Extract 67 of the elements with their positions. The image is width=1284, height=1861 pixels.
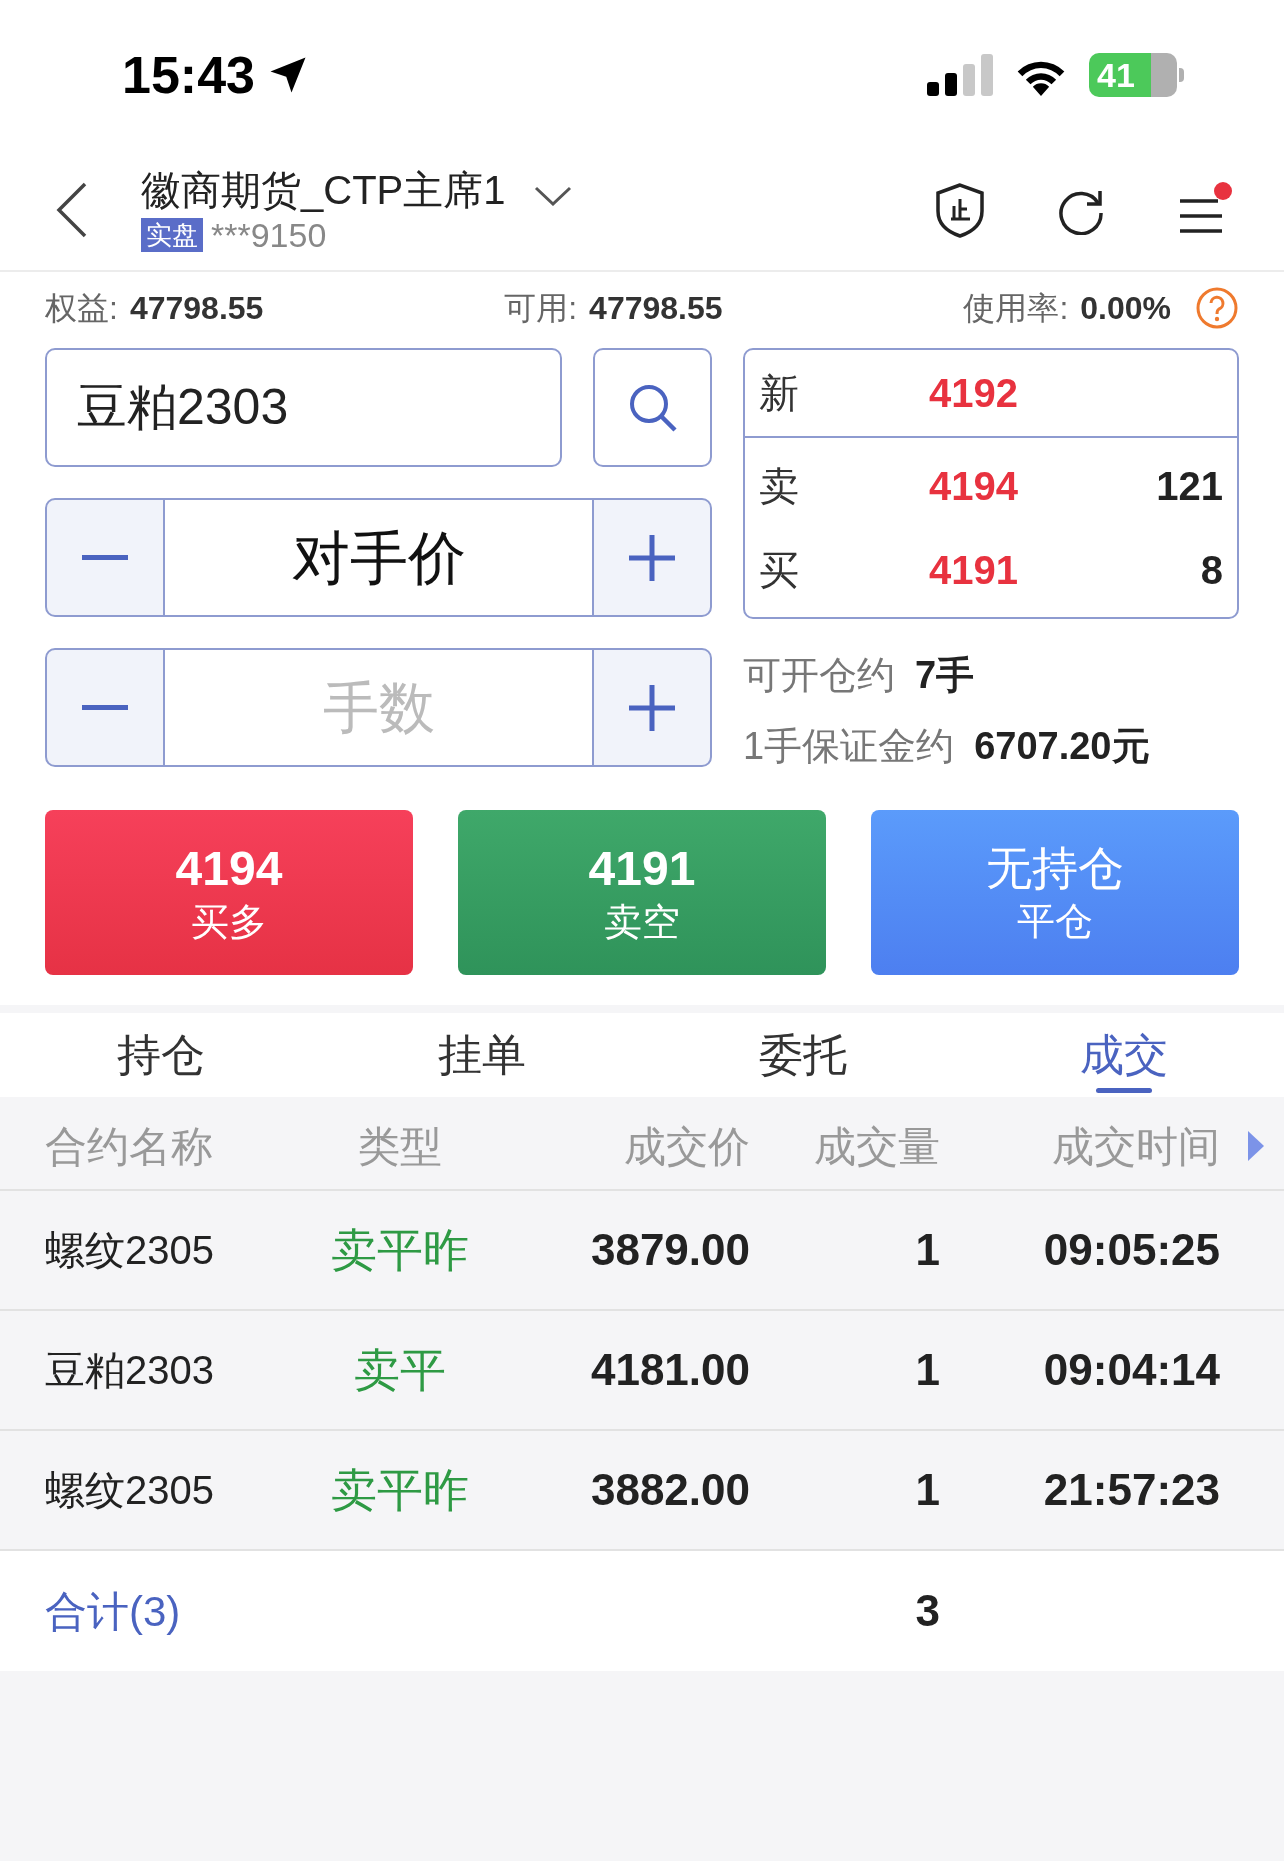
plus-button[interactable] (592, 648, 712, 767)
column-header: 类型 (357, 1121, 443, 1172)
scroll-right-icon[interactable] (1246, 1129, 1266, 1163)
status-time: 15:43 (122, 45, 255, 106)
table-cell-text: 21:57:23 (1042, 1464, 1220, 1516)
search-button[interactable] (593, 348, 712, 467)
tab[interactable]: 挂单 (321, 1013, 642, 1097)
tab[interactable]: 持仓 (0, 1013, 321, 1097)
table-cell-text: 3882.00 (589, 1464, 750, 1516)
help-icon[interactable] (1195, 286, 1239, 330)
quote-volume: 121 (1156, 463, 1223, 510)
quote-label: 卖 (759, 463, 800, 510)
quote-price: 4192 (929, 370, 1018, 417)
trade-button[interactable]: 4191 卖空 (458, 810, 826, 975)
table-cell-text: 1 (914, 1224, 940, 1276)
table-cell-text: 3879.00 (589, 1224, 750, 1276)
tab[interactable]: 委托 (642, 1013, 963, 1097)
column-header: 成交量 (813, 1121, 940, 1172)
total-label: 合计(3) (45, 1586, 182, 1637)
back-icon[interactable] (55, 181, 89, 239)
quantity-field[interactable]: 手数 (165, 648, 592, 767)
quote-label: 买 (759, 547, 800, 594)
table-cell-text: 螺纹2305 (45, 1467, 215, 1514)
table-cell-text: 螺纹2305 (45, 1227, 215, 1274)
minus-icon (82, 554, 128, 561)
plus-icon (629, 534, 675, 581)
summary-label: 可用: (504, 289, 578, 328)
shield-icon[interactable] (934, 182, 986, 238)
margin-label: 可开仓约 (743, 653, 895, 698)
tab[interactable]: 成交 (963, 1013, 1284, 1097)
summary-label: 使用率: (963, 289, 1069, 328)
quote-price: 4191 (929, 547, 1018, 594)
contract-field[interactable]: 豆粕2303 (45, 348, 562, 467)
table-cell-text: 卖平 (353, 1342, 447, 1398)
column-header: 成交时间 (1051, 1121, 1220, 1172)
battery-indicator: 41 (1089, 53, 1184, 97)
account-title[interactable]: 徽商期货_CTP主席1 (141, 165, 506, 215)
minus-icon (82, 704, 128, 711)
margin-value: 6707.20元 (974, 724, 1150, 769)
price-type-field[interactable]: 对手价 (165, 498, 592, 617)
table-cell-text: 1 (914, 1464, 940, 1516)
table-cell-text: 豆粕2303 (45, 1347, 215, 1394)
dropdown-chevron-icon[interactable] (533, 186, 572, 206)
summary-value: 47798.55 (589, 289, 723, 328)
quote-volume: 8 (1200, 547, 1223, 594)
table-cell-text: 4181.00 (589, 1344, 750, 1396)
table-cell-text: 1 (914, 1344, 940, 1396)
column-header: 合约名称 (45, 1121, 214, 1172)
quote-price: 4194 (929, 463, 1018, 510)
margin-label: 1手保证金约 (743, 724, 955, 769)
trade-button[interactable]: 4194 买多 (45, 810, 413, 975)
margin-value: 7手 (915, 653, 975, 698)
live-badge: 实盘 (141, 218, 203, 252)
summary-value: 47798.55 (129, 289, 264, 328)
summary-value: 0.00% (1080, 289, 1171, 328)
table-cell-text: 09:04:14 (1042, 1344, 1220, 1396)
plus-button[interactable] (592, 498, 712, 617)
table-cell-text: 卖平昨 (330, 1462, 470, 1518)
signal-icon (927, 54, 993, 96)
total-quantity: 3 (914, 1585, 940, 1637)
table-cell-text: 卖平昨 (330, 1222, 470, 1278)
quote-label: 新 (759, 370, 800, 417)
account-number: ***9150 (211, 215, 327, 255)
summary-label: 权益: (45, 289, 118, 328)
column-header: 成交价 (623, 1121, 750, 1172)
plus-icon (629, 684, 675, 731)
table-cell-text: 09:05:25 (1042, 1224, 1220, 1276)
